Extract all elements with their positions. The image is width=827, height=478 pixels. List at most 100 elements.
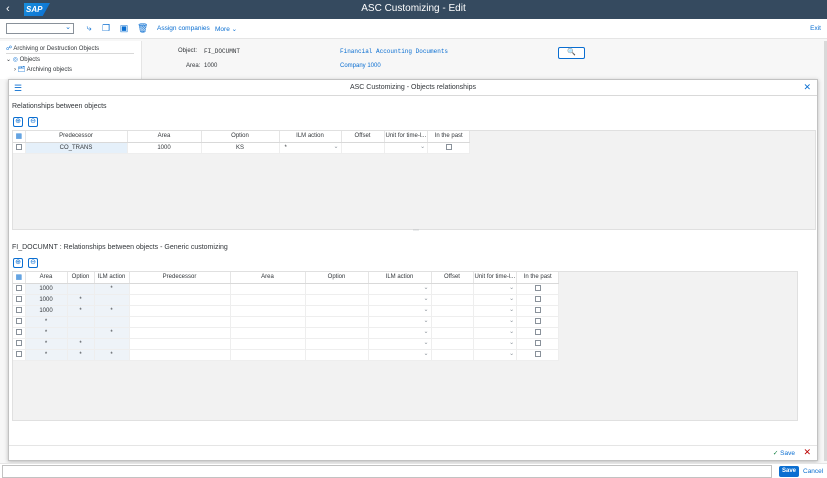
cell-in-the-past[interactable] [516, 305, 560, 317]
col-key-option[interactable]: Option [67, 272, 95, 284]
cell-option[interactable]: KS [201, 142, 280, 154]
cell-key-ilm-action[interactable]: * [94, 327, 130, 339]
in-the-past-checkbox[interactable] [534, 318, 541, 325]
save-layout-icon[interactable]: ▣ [119, 23, 129, 34]
row-checkbox[interactable] [15, 351, 22, 358]
cell-unit[interactable]: ⌄ [473, 338, 518, 350]
cell-predecessor[interactable] [129, 294, 231, 306]
cell-in-the-past[interactable] [516, 338, 560, 350]
cell-ilm-action[interactable]: * ⌄ [279, 142, 342, 154]
cell-in-the-past[interactable] [516, 316, 560, 328]
cell-ilm-action[interactable]: ⌄ [368, 283, 432, 295]
cell-area[interactable] [230, 327, 306, 339]
col-offset[interactable]: Offset [341, 131, 385, 143]
cell-offset[interactable] [431, 305, 474, 317]
chevron-down-icon[interactable]: ⌄ [509, 284, 514, 291]
save-button[interactable]: Save [779, 466, 799, 477]
splitter-handle[interactable]: ⋯ [413, 227, 419, 234]
chevron-down-icon[interactable]: ⌄ [423, 328, 428, 335]
chevron-down-icon[interactable]: ⌄ [423, 306, 428, 313]
table-row[interactable]: CO_TRANS 1000 KS * ⌄ ⌄ [13, 142, 471, 154]
cell-ilm-action[interactable]: ⌄ [368, 327, 432, 339]
chevron-down-icon[interactable]: ⌄ [509, 295, 514, 302]
chevron-down-icon[interactable]: ⌄ [509, 306, 514, 313]
cell-key-option[interactable]: * [67, 294, 95, 306]
chevron-down-icon[interactable]: ⌄ [509, 317, 514, 324]
col-in-the-past[interactable]: In the past [516, 272, 560, 284]
cell-key-area[interactable]: 1000 [25, 305, 68, 317]
dialog-save-button[interactable]: ✓ Save [773, 449, 795, 457]
cell-key-option[interactable] [67, 327, 95, 339]
cell-offset[interactable] [431, 349, 474, 361]
table-row[interactable]: 1000 * * ⌄ ⌄ [13, 305, 560, 317]
cell-offset[interactable] [431, 283, 474, 295]
more-menu-button[interactable]: More ⌄ [215, 25, 237, 33]
command-select[interactable]: ⌄ [6, 23, 74, 34]
cell-unit[interactable]: ⌄ [384, 142, 429, 154]
cell-in-the-past[interactable] [516, 349, 560, 361]
chevron-down-icon[interactable]: ⌄ [6, 57, 11, 63]
cell-ilm-action[interactable]: ⌄ [368, 316, 432, 328]
col-key-ilm-action[interactable]: ILM action [94, 272, 130, 284]
row-checkbox[interactable] [15, 340, 22, 347]
cell-ilm-action[interactable]: ⌄ [368, 338, 432, 350]
cell-key-option[interactable] [67, 283, 95, 295]
cell-key-option[interactable]: * [67, 349, 95, 361]
cell-in-the-past[interactable] [516, 283, 560, 295]
cell-area[interactable]: 1000 [127, 142, 202, 154]
col-area[interactable]: Area [230, 272, 306, 284]
cell-key-area[interactable]: * [25, 349, 68, 361]
delete-row-button-2[interactable]: ⊖ [28, 258, 38, 268]
col-option[interactable]: Option [201, 131, 280, 143]
chevron-down-icon[interactable]: ⌄ [423, 284, 428, 291]
cell-area[interactable] [230, 294, 306, 306]
insert-row-button[interactable]: ⊕ [13, 117, 23, 127]
in-the-past-checkbox[interactable] [534, 351, 541, 358]
row-checkbox[interactable] [15, 307, 22, 314]
in-the-past-checkbox[interactable] [445, 144, 452, 151]
cell-offset[interactable] [431, 294, 474, 306]
cell-option[interactable] [305, 327, 369, 339]
col-option[interactable]: Option [305, 272, 369, 284]
cell-option[interactable] [305, 338, 369, 350]
chevron-down-icon[interactable]: ⌄ [509, 350, 514, 357]
cell-unit[interactable]: ⌄ [473, 327, 518, 339]
col-key-area[interactable]: Area [25, 272, 68, 284]
cell-ilm-action[interactable]: ⌄ [368, 349, 432, 361]
cell-key-option[interactable] [67, 316, 95, 328]
chevron-down-icon[interactable]: ⌄ [509, 339, 514, 346]
delete-icon[interactable]: 🗑 [137, 23, 148, 34]
col-offset[interactable]: Offset [431, 272, 474, 284]
cell-in-the-past[interactable] [427, 142, 471, 154]
cell-predecessor[interactable] [129, 349, 231, 361]
in-the-past-checkbox[interactable] [534, 307, 541, 314]
col-ilm-action[interactable]: ILM action [279, 131, 342, 143]
cell-predecessor[interactable] [129, 316, 231, 328]
close-icon[interactable]: ✕ [803, 82, 811, 93]
cell-in-the-past[interactable] [516, 294, 560, 306]
chevron-right-icon[interactable]: › [14, 67, 16, 73]
cell-predecessor[interactable] [129, 305, 231, 317]
table-row[interactable]: * * ⌄ ⌄ [13, 338, 560, 350]
row-checkbox[interactable] [15, 285, 22, 292]
col-unit[interactable]: Unit for time-l... [384, 131, 429, 143]
cell-unit[interactable]: ⌄ [473, 349, 518, 361]
cell-option[interactable] [305, 349, 369, 361]
chevron-down-icon[interactable]: ⌄ [420, 143, 425, 150]
cell-predecessor[interactable] [129, 283, 231, 295]
insert-row-button-2[interactable]: ⊕ [13, 258, 23, 268]
cell-key-option[interactable]: * [67, 338, 95, 350]
cell-predecessor[interactable]: CO_TRANS [25, 142, 128, 154]
cell-predecessor[interactable] [129, 338, 231, 350]
cell-ilm-action[interactable]: ⌄ [368, 305, 432, 317]
cell-area[interactable] [230, 305, 306, 317]
cell-offset[interactable] [431, 316, 474, 328]
cell-key-ilm-action[interactable] [94, 316, 130, 328]
cell-predecessor[interactable] [129, 327, 231, 339]
row-checkbox[interactable] [15, 144, 22, 151]
dialog-cancel-icon[interactable]: ✕ [803, 447, 811, 458]
message-field[interactable] [2, 465, 772, 478]
cell-key-ilm-action[interactable]: * [94, 349, 130, 361]
chevron-down-icon[interactable]: ⌄ [423, 339, 428, 346]
cell-in-the-past[interactable] [516, 327, 560, 339]
